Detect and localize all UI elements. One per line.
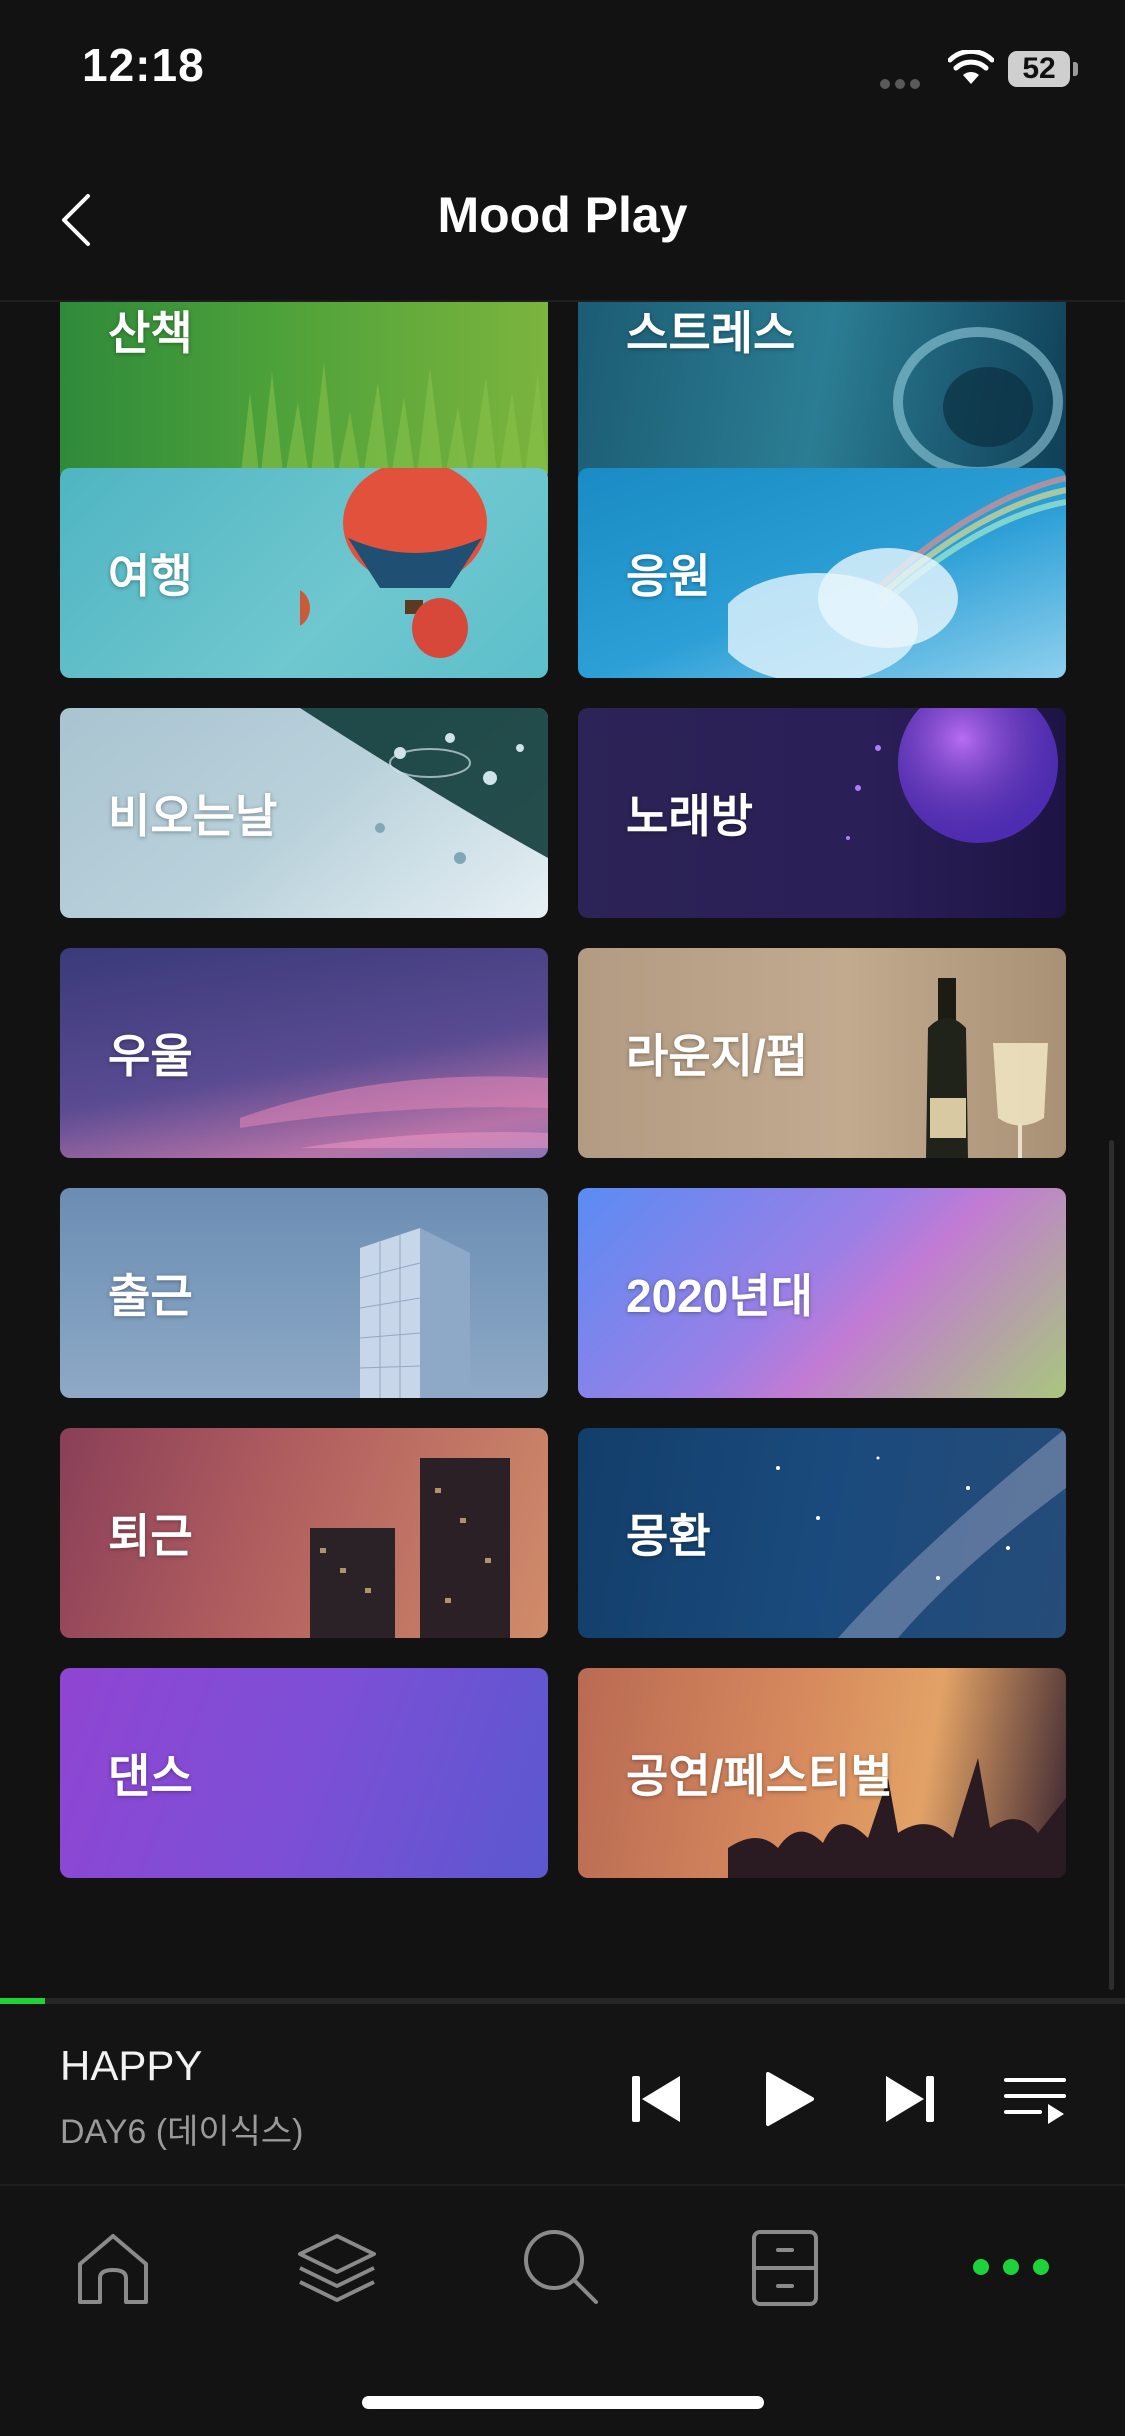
- library-icon[interactable]: [740, 2222, 830, 2312]
- mood-tile-label: 몽환: [626, 1510, 711, 1562]
- playlist-icon[interactable]: [1000, 2064, 1070, 2134]
- skyscrapers-image: [310, 1458, 510, 1638]
- status-time: 12:18: [82, 39, 205, 91]
- mood-tile-dreamy[interactable]: 몽환: [578, 1428, 1066, 1638]
- mood-tile-label: 퇴근: [108, 1510, 193, 1562]
- raindrops-image: [300, 708, 548, 864]
- grass-image: [240, 362, 548, 482]
- mood-tile-gloomy[interactable]: 우울: [60, 948, 548, 1158]
- hot-air-balloon-image: [300, 468, 487, 658]
- battery-nub: [1073, 62, 1078, 76]
- disco-ball-image: [846, 708, 1058, 843]
- mini-player[interactable]: HAPPY DAY6 (데이식스): [0, 2004, 1125, 2186]
- rainbow-cloud-image: [728, 475, 1066, 678]
- mood-tile-commute[interactable]: 출근: [60, 1188, 548, 1398]
- track-artist: DAY6 (데이식스): [60, 2113, 304, 2151]
- mood-tile-label: 라운지/펍: [626, 1030, 809, 1082]
- mood-tile-label: 공연/페스티벌: [626, 1750, 893, 1802]
- mood-tile-label: 산책: [108, 307, 193, 359]
- battery-indicator: 52: [1008, 51, 1070, 87]
- milky-way-image: [776, 1428, 1066, 1638]
- mood-tile-karaoke[interactable]: 노래방: [578, 708, 1066, 918]
- track-title: HAPPY: [60, 2042, 203, 2089]
- sunset-clouds-image: [240, 1076, 548, 1148]
- wifi-icon: [948, 50, 994, 84]
- mood-tile-label: 여행: [108, 550, 193, 602]
- mood-tile-leaving-work[interactable]: 퇴근: [60, 1428, 548, 1638]
- mood-grid: 산책 스트레스 여행 응원 비오는날 노래방 우울 라운지/펍 출근 2020년…: [0, 302, 1125, 1998]
- mood-tile-concert-festival[interactable]: 공연/페스티벌: [578, 1668, 1066, 1878]
- mood-tile-label: 2020년대: [626, 1270, 813, 1322]
- mood-tile-stress[interactable]: 스트레스: [578, 302, 1066, 482]
- home-icon[interactable]: [68, 2222, 158, 2312]
- search-icon[interactable]: [516, 2222, 606, 2312]
- mood-tile-travel[interactable]: 여행: [60, 468, 548, 678]
- mood-tile-dance[interactable]: 댄스: [60, 1668, 548, 1878]
- mood-tile-label: 비오는날: [108, 790, 278, 842]
- cellular-signal-icon: [880, 76, 925, 94]
- mood-tile-label: 댄스: [108, 1750, 193, 1802]
- mood-tile-cheer[interactable]: 응원: [578, 468, 1066, 678]
- more-icon[interactable]: [966, 2222, 1056, 2312]
- mood-tile-walk[interactable]: 산책: [60, 302, 548, 482]
- mood-tile-label: 출근: [108, 1270, 193, 1322]
- mood-tile-2020s[interactable]: 2020년대: [578, 1188, 1066, 1398]
- building-image: [359, 1228, 470, 1398]
- layers-icon[interactable]: [292, 2222, 382, 2312]
- nav-header: Mood Play: [0, 140, 1125, 302]
- page-title: Mood Play: [437, 187, 688, 243]
- status-bar: 12:18 52: [0, 0, 1125, 140]
- scrollbar[interactable]: [1109, 1140, 1114, 1990]
- home-indicator: [362, 2396, 764, 2409]
- mood-tile-label: 응원: [626, 550, 711, 602]
- mood-tile-label: 노래방: [626, 790, 753, 842]
- previous-icon[interactable]: [622, 2064, 692, 2134]
- champagne-image: [926, 978, 1048, 1158]
- mood-tile-label: 스트레스: [626, 307, 796, 359]
- wave-image: [893, 327, 1063, 477]
- mood-tile-label: 우울: [108, 1030, 193, 1082]
- mood-tile-lounge-pub[interactable]: 라운지/펍: [578, 948, 1066, 1158]
- mood-tile-rainy-day[interactable]: 비오는날: [60, 708, 548, 918]
- next-icon[interactable]: [874, 2064, 944, 2134]
- play-icon[interactable]: [752, 2064, 822, 2134]
